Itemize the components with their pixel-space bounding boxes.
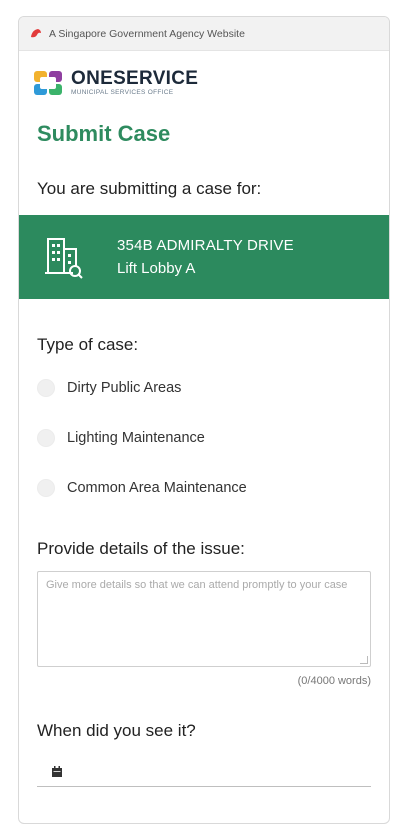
radio-button[interactable] bbox=[37, 429, 55, 447]
location-text: 354B ADMIRALTY DRIVE Lift Lobby A bbox=[117, 237, 294, 277]
app-frame: A Singapore Government Agency Website ON… bbox=[18, 16, 390, 824]
resize-handle[interactable] bbox=[360, 656, 368, 664]
details-label: Provide details of the issue: bbox=[37, 539, 245, 558]
case-type-option-common-area-maintenance[interactable]: Common Area Maintenance bbox=[19, 463, 389, 513]
building-icon bbox=[45, 238, 83, 279]
case-type-options: Dirty Public Areas Lighting Maintenance … bbox=[19, 363, 389, 513]
brand-text: ONESERVICE MUNICIPAL SERVICES OFFICE bbox=[71, 69, 198, 97]
case-type-option-dirty-public-areas[interactable]: Dirty Public Areas bbox=[19, 363, 389, 413]
radio-button[interactable] bbox=[37, 479, 55, 497]
radio-label: Common Area Maintenance bbox=[67, 480, 247, 496]
when-label: When did you see it? bbox=[37, 721, 196, 740]
location-banner: 354B ADMIRALTY DRIVE Lift Lobby A bbox=[19, 215, 389, 299]
government-banner-text: A Singapore Government Agency Website bbox=[49, 27, 245, 40]
location-sublocation: Lift Lobby A bbox=[117, 260, 196, 277]
details-textarea[interactable]: Give more details so that we can attend … bbox=[37, 571, 371, 667]
radio-label: Dirty Public Areas bbox=[67, 380, 182, 396]
calendar-icon[interactable] bbox=[51, 765, 63, 778]
brand-subtitle: MUNICIPAL SERVICES OFFICE bbox=[71, 89, 174, 97]
location-address: 354B ADMIRALTY DRIVE bbox=[117, 237, 294, 254]
page-title: Submit Case bbox=[37, 121, 171, 146]
submitting-for-label: You are submitting a case for: bbox=[37, 179, 262, 198]
date-input[interactable] bbox=[37, 757, 371, 787]
lion-head-icon bbox=[31, 28, 41, 37]
oneservice-logo-icon bbox=[34, 71, 62, 95]
radio-button[interactable] bbox=[37, 379, 55, 397]
case-type-option-lighting-maintenance[interactable]: Lighting Maintenance bbox=[19, 413, 389, 463]
brand-header: ONESERVICE MUNICIPAL SERVICES OFFICE bbox=[19, 51, 389, 115]
case-type-label: Type of case: bbox=[37, 335, 139, 354]
radio-label: Lighting Maintenance bbox=[67, 430, 205, 446]
word-count: (0/4000 words) bbox=[297, 675, 371, 687]
details-placeholder: Give more details so that we can attend … bbox=[46, 579, 348, 591]
government-banner: A Singapore Government Agency Website bbox=[19, 17, 389, 51]
brand-name: ONESERVICE bbox=[71, 68, 199, 90]
